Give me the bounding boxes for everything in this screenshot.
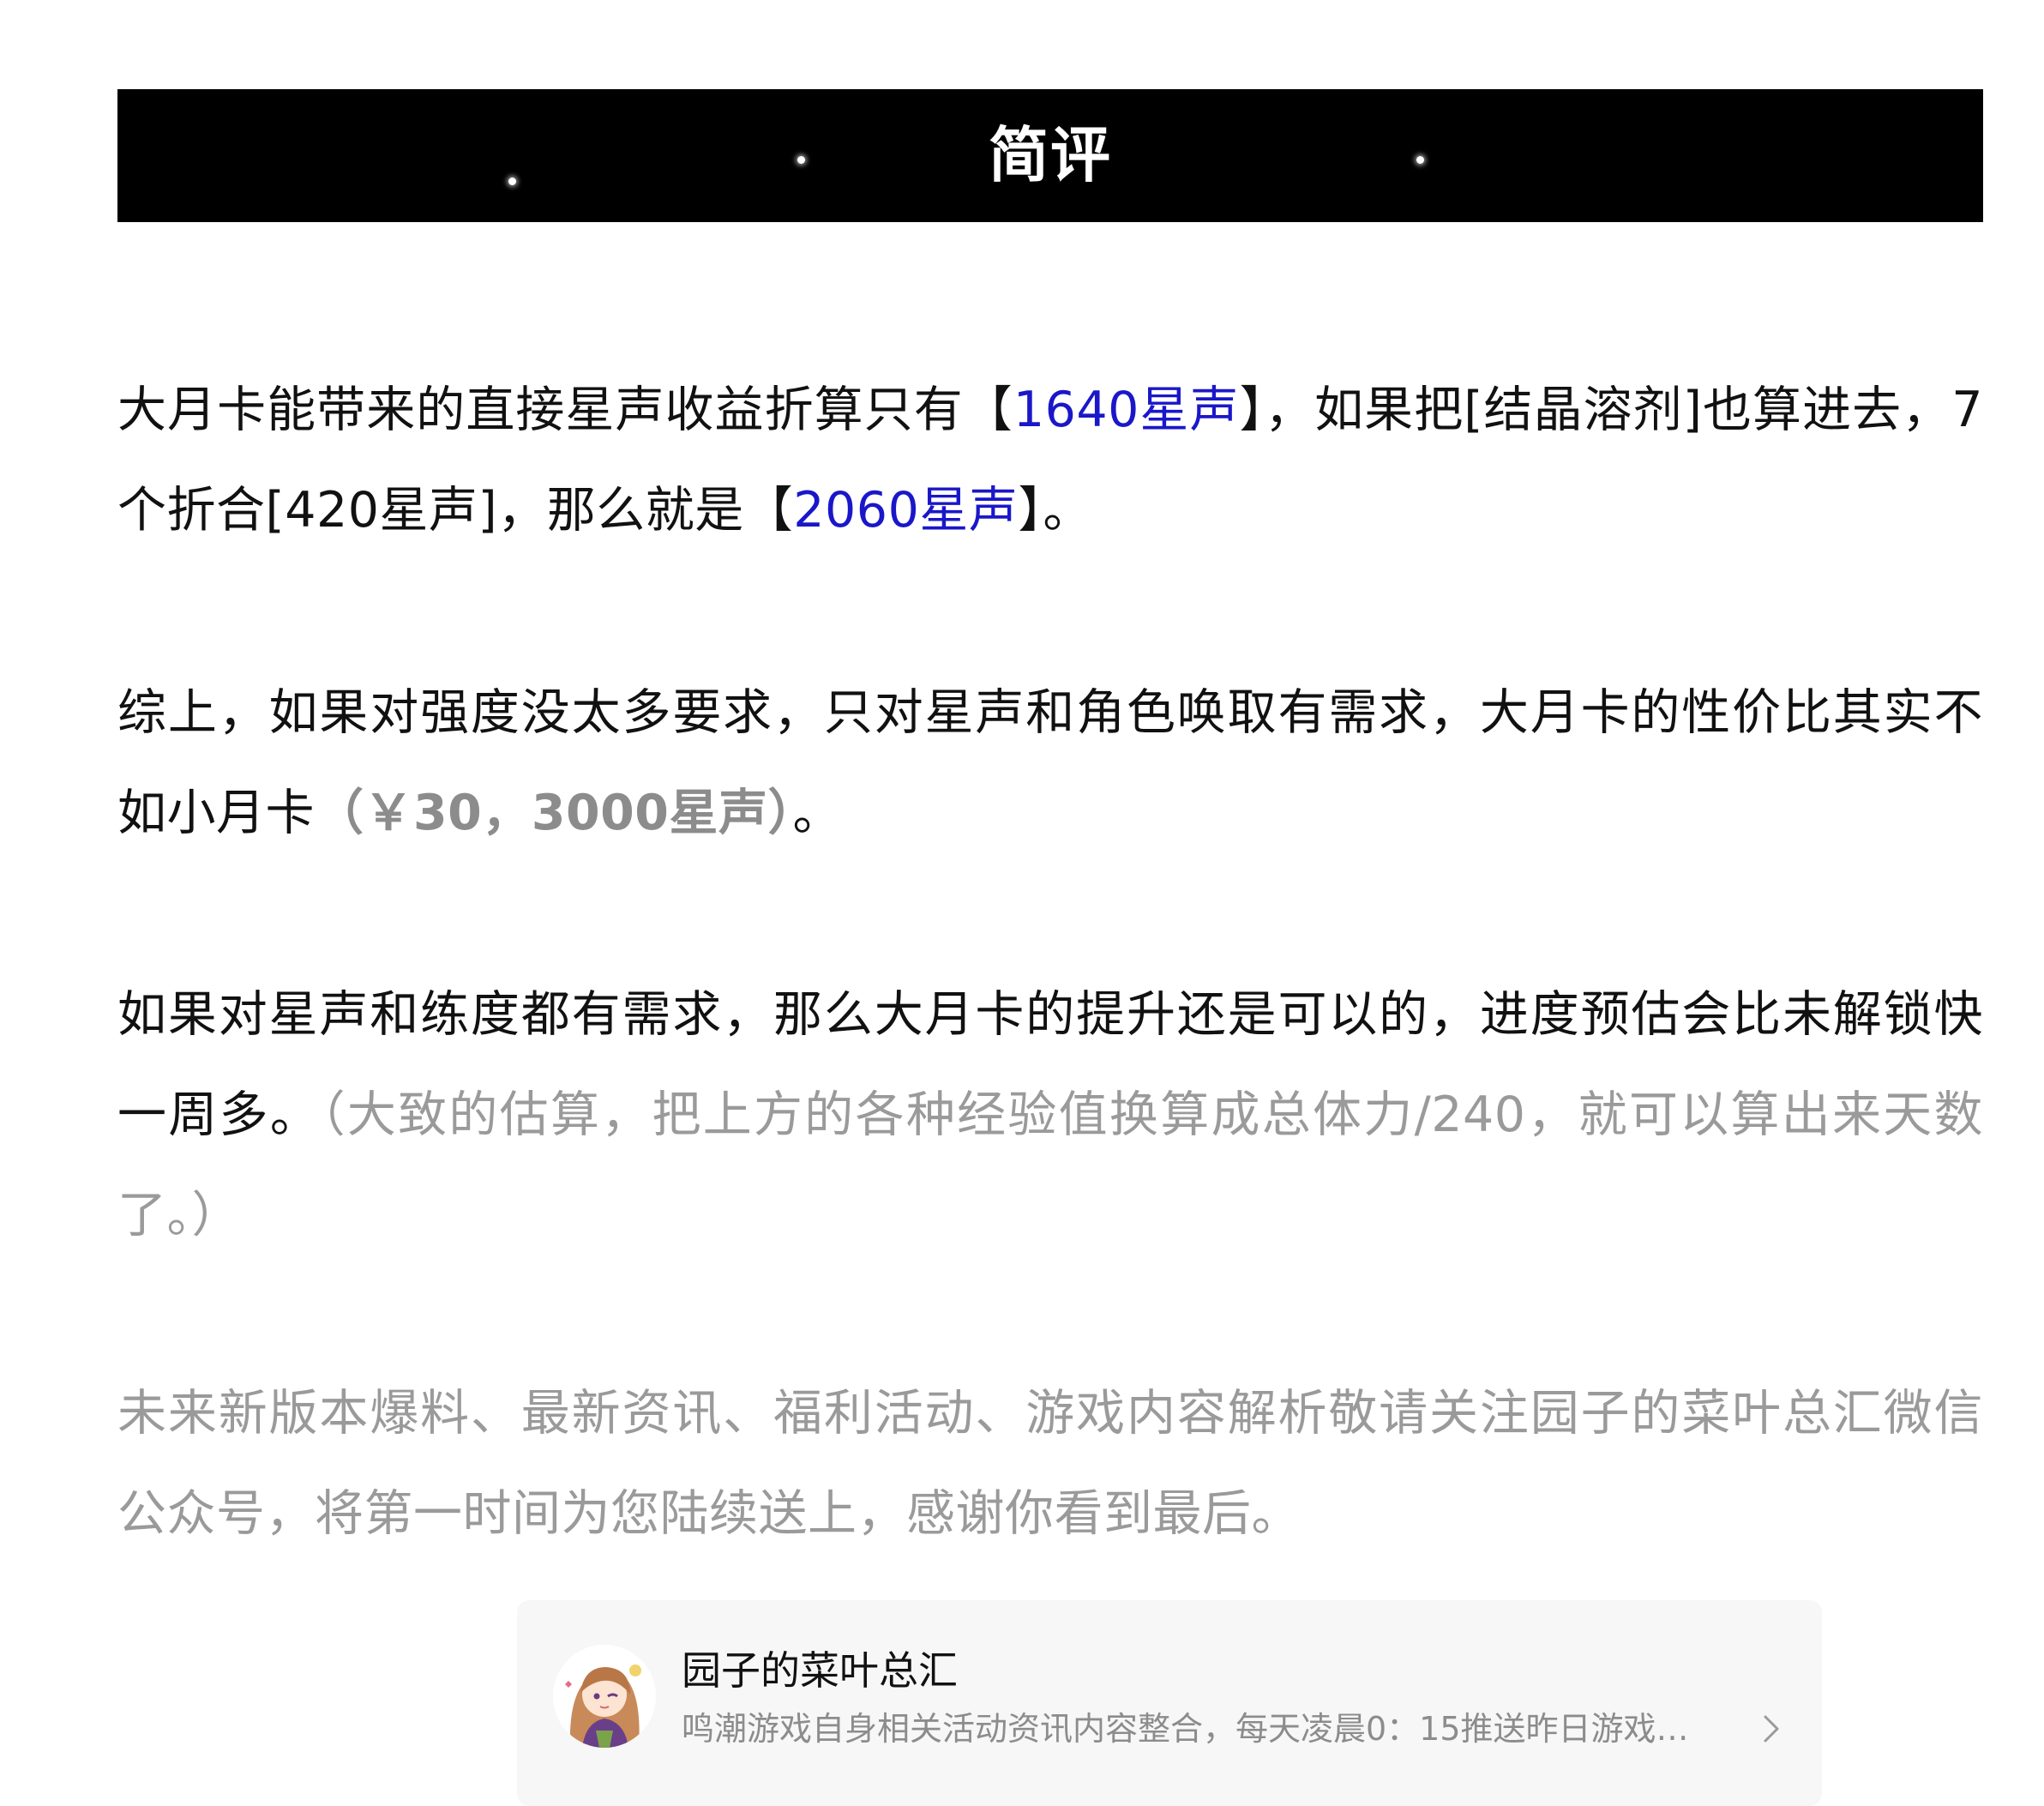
small-card-price-note: （￥30，3000星声） (315, 785, 793, 841)
section-title: 简评 (989, 120, 1112, 190)
official-account-card[interactable]: 园子的菜叶总汇 鸣潮游戏自身相关活动资讯内容整合，每天凌晨0：15推送昨日游戏动… (517, 1600, 1822, 1806)
paragraph-progress-estimate: 如果对星声和练度都有需求，那么大月卡的提升还是可以的，进度预估会比未解锁快一周多… (117, 986, 1984, 1243)
section-title-banner: 简评 (117, 89, 1983, 222)
estimate-note: （大致的估算，把上方的各种经验值换算成总体力/240，就可以算出来天数了。） (117, 1087, 1984, 1243)
account-name: 园子的菜叶总汇 (682, 1647, 958, 1694)
chevron-right-icon[interactable] (1758, 1712, 1784, 1746)
avatar-anime-girl-icon (553, 1645, 656, 1748)
paragraph-follow-notice: 未来新版本爆料、最新资讯、福利活动、游戏内容解析敬请关注园子的菜叶总汇微信公众号… (117, 1385, 1983, 1542)
paragraph-summary: 综上，如果对强度没太多要求，只对星声和角色唤取有需求，大月卡的性价比其实不如小月… (117, 684, 1983, 841)
highlight-value: 2060星声 (793, 482, 1019, 539)
account-description: 鸣潮游戏自身相关活动资讯内容整合，每天凌晨0：15推送昨日游戏动... (682, 1710, 1710, 1748)
paragraph-monthly-card-value: 大月卡能带来的直接星声收益折算只有【1640星声】，如果把[结晶溶剂]也算进去，… (117, 382, 1984, 539)
highlight-value: 1640星声 (1013, 382, 1240, 438)
